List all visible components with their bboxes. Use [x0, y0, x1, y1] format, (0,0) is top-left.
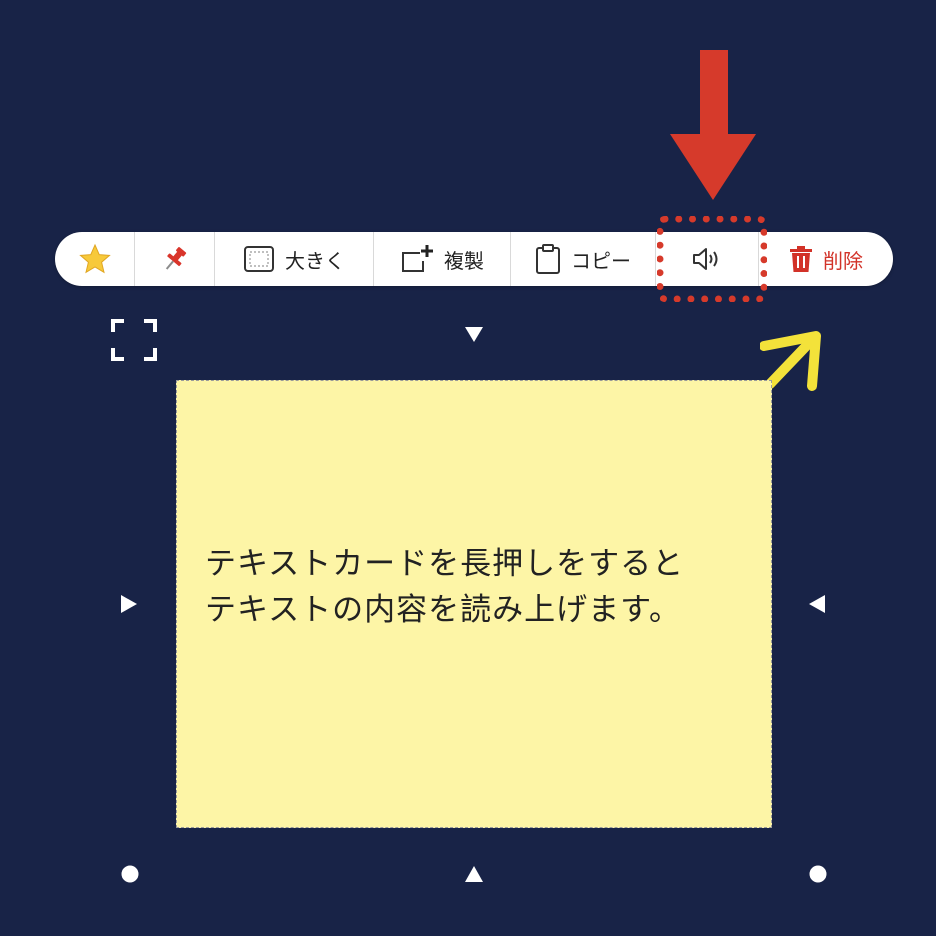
card-toolbar: 大きく 複製 コピー 削除: [55, 232, 893, 286]
resize-handle-top[interactable]: [463, 324, 485, 344]
resize-handle-bottom[interactable]: [463, 864, 485, 884]
resize-handle-right[interactable]: [806, 593, 828, 615]
duplicate-label: 複製: [444, 248, 484, 273]
fullscreen-icon[interactable]: [110, 318, 158, 362]
resize-handle-bottom-left[interactable]: [119, 863, 141, 885]
enlarge-icon: [244, 246, 274, 272]
speaker-highlight-frame: [657, 216, 767, 302]
resize-handle-bottom-right[interactable]: [807, 863, 829, 885]
resize-handle-left[interactable]: [118, 593, 140, 615]
duplicate-icon: [402, 245, 433, 272]
enlarge-button[interactable]: 大きく: [215, 232, 374, 286]
delete-label: 削除: [823, 248, 863, 273]
pin-icon: [165, 247, 186, 270]
red-down-arrow-icon: [670, 50, 756, 200]
favorite-button[interactable]: [55, 232, 135, 286]
star-icon: [78, 243, 111, 274]
canvas: 大きく 複製 コピー 削除 テキストカードを長押しをすると テキストの内容を読み…: [0, 0, 936, 936]
copy-label: コピー: [571, 248, 631, 273]
delete-button[interactable]: 削除: [759, 232, 893, 286]
text-card[interactable]: テキストカードを長押しをすると テキストの内容を読み上げます。: [176, 380, 772, 828]
copy-button[interactable]: コピー: [511, 232, 656, 286]
card-text: テキストカードを長押しをすると テキストの内容を読み上げます。: [205, 546, 685, 628]
pin-button[interactable]: [135, 232, 215, 286]
enlarge-label: 大きく: [285, 248, 345, 273]
duplicate-button[interactable]: 複製: [374, 232, 511, 286]
trash-icon: [790, 246, 812, 272]
clipboard-icon: [536, 244, 560, 274]
